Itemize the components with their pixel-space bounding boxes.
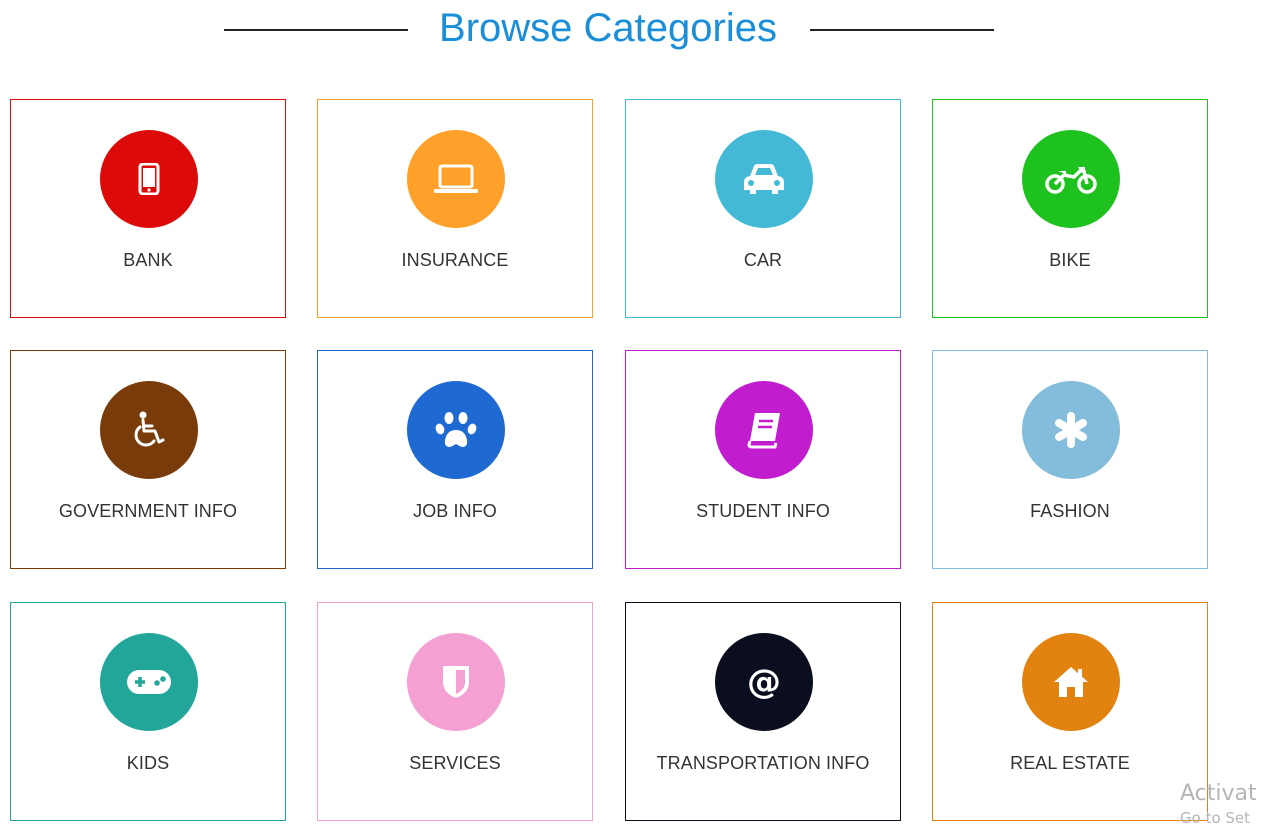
category-label: BIKE xyxy=(1049,250,1091,270)
category-card-job-info[interactable]: JOB INFO xyxy=(317,350,593,569)
category-label: CAR xyxy=(743,250,783,270)
category-label: SERVICES xyxy=(409,753,501,773)
mobile-phone-icon xyxy=(138,163,160,195)
category-card-kids[interactable]: KIDS xyxy=(10,602,286,821)
category-label: FASHION xyxy=(1030,501,1110,521)
svg-text:@: @ xyxy=(747,662,781,702)
category-label: KIDS xyxy=(126,753,170,773)
category-icon-circle xyxy=(100,130,198,228)
category-card-government-info[interactable]: GOVERNMENT INFO xyxy=(10,350,286,569)
paw-icon xyxy=(434,410,478,450)
category-icon-circle xyxy=(1022,633,1120,731)
asterisk-icon xyxy=(1053,412,1089,448)
category-icon-circle xyxy=(100,381,198,479)
category-icon-circle xyxy=(1022,381,1120,479)
category-icon-circle xyxy=(715,381,813,479)
category-icon-circle xyxy=(407,130,505,228)
category-icon-circle xyxy=(407,381,505,479)
shield-icon xyxy=(441,664,471,700)
watermark-line-1: Activat xyxy=(1180,781,1257,806)
category-icon-circle xyxy=(715,130,813,228)
section-header: Browse Categories xyxy=(0,0,1216,58)
category-label: INSURANCE xyxy=(401,250,509,270)
category-card-bank[interactable]: BANK xyxy=(10,99,286,318)
category-label: TRANSPORTATION INFO xyxy=(656,753,870,773)
category-card-transportation-info[interactable]: @ TRANSPORTATION INFO xyxy=(625,602,901,821)
category-icon-circle xyxy=(100,633,198,731)
category-label: GOVERNMENT INFO xyxy=(58,501,238,521)
category-label: BANK xyxy=(123,250,173,270)
category-card-real-estate[interactable]: REAL ESTATE xyxy=(932,602,1208,821)
motorcycle-icon xyxy=(1044,163,1098,195)
category-label: STUDENT INFO xyxy=(696,501,830,521)
category-icon-circle xyxy=(407,633,505,731)
watermark-line-2: Go to Set xyxy=(1180,809,1251,827)
category-label: REAL ESTATE xyxy=(1010,753,1130,773)
wheelchair-icon xyxy=(131,411,167,449)
category-card-fashion[interactable]: FASHION xyxy=(932,350,1208,569)
home-icon xyxy=(1052,665,1090,699)
page-title: Browse Categories xyxy=(439,6,777,50)
book-icon xyxy=(746,411,782,449)
header-divider-right xyxy=(810,29,994,31)
category-card-car[interactable]: CAR xyxy=(625,99,901,318)
category-icon-circle: @ xyxy=(715,633,813,731)
category-card-student-info[interactable]: STUDENT INFO xyxy=(625,350,901,569)
category-card-insurance[interactable]: INSURANCE xyxy=(317,99,593,318)
at-sign-icon: @ xyxy=(744,662,784,702)
gamepad-icon xyxy=(125,668,173,696)
activation-watermark: Activat Go to Set xyxy=(1180,780,1280,828)
category-icon-circle xyxy=(1022,130,1120,228)
category-card-bike[interactable]: BIKE xyxy=(932,99,1208,318)
category-label: JOB INFO xyxy=(413,501,497,521)
laptop-icon xyxy=(432,163,480,195)
category-card-services[interactable]: SERVICES xyxy=(317,602,593,821)
car-icon xyxy=(740,162,788,196)
